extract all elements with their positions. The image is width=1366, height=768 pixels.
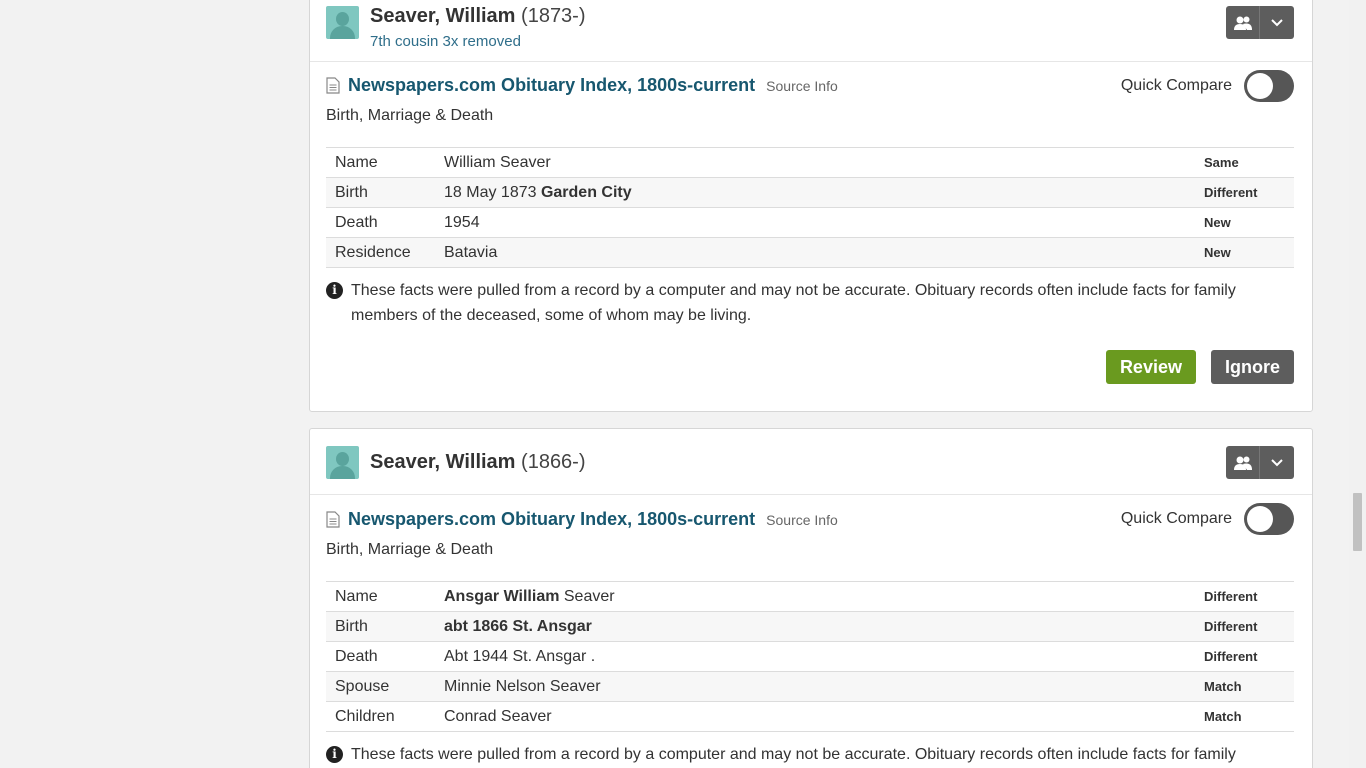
fact-value: Ansgar William Seaver	[444, 587, 615, 605]
person-avatar-icon	[326, 446, 359, 479]
source-row: Newspapers.com Obituary Index, 1800s-cur…	[326, 75, 838, 96]
fact-status: Match	[1204, 679, 1242, 694]
hint-card-header: Seaver, William (1873-) 7th cousin 3x re…	[310, 0, 1312, 62]
scrollbar-thumb[interactable]	[1353, 493, 1362, 551]
fact-status: Same	[1204, 155, 1239, 170]
chevron-down-icon	[1271, 18, 1283, 26]
facts-table: Name Ansgar William Seaver Different Bir…	[326, 581, 1294, 732]
ignore-button[interactable]: Ignore	[1210, 350, 1294, 384]
person-name[interactable]: Seaver, William (1866-)	[370, 451, 586, 474]
person-years: (1866-)	[521, 451, 586, 473]
family-icon	[1233, 16, 1252, 30]
person-actions	[1226, 6, 1294, 39]
disclaimer-note: i These facts were pulled from a record …	[326, 278, 1286, 328]
fact-value: 1954	[444, 213, 480, 231]
chevron-down-icon	[1271, 458, 1283, 466]
fact-status: New	[1204, 245, 1231, 260]
fact-label: Birth	[335, 183, 368, 201]
family-icon-button[interactable]	[1226, 6, 1260, 39]
quick-compare-toggle[interactable]	[1244, 70, 1294, 102]
document-icon	[326, 77, 340, 94]
page-scrollbar[interactable]	[1349, 0, 1366, 768]
disclaimer-text: These facts were pulled from a record by…	[351, 746, 1236, 763]
fact-label: Spouse	[335, 677, 390, 695]
table-row: Residence Batavia New	[326, 237, 1294, 268]
source-title-link[interactable]: Newspapers.com Obituary Index, 1800s-cur…	[348, 509, 755, 530]
person-years: (1873-)	[521, 5, 586, 27]
table-row: Spouse Minnie Nelson Seaver Match	[326, 671, 1294, 702]
fact-value: 18 May 1873 Garden City	[444, 183, 632, 201]
quick-compare: Quick Compare	[1121, 503, 1294, 535]
fact-value: Conrad Seaver	[444, 707, 552, 725]
fact-label: Residence	[335, 243, 411, 261]
person-name-text[interactable]: Seaver, William	[370, 451, 515, 473]
quick-compare-label: Quick Compare	[1120, 77, 1232, 94]
table-row: Name William Seaver Same	[326, 147, 1294, 178]
table-row: Children Conrad Seaver Match	[326, 701, 1294, 732]
fact-status: Different	[1204, 649, 1258, 664]
info-icon: i	[326, 282, 343, 299]
info-icon: i	[326, 746, 343, 763]
facts-table: Name William Seaver Same Birth 18 May 18…	[326, 147, 1294, 268]
family-icon	[1233, 456, 1252, 470]
table-row: Death 1954 New	[326, 207, 1294, 238]
fact-label: Children	[335, 707, 395, 725]
hint-actions: Review Ignore	[1105, 350, 1294, 384]
fact-label: Death	[335, 647, 378, 665]
person-avatar-icon	[326, 6, 359, 39]
family-icon-button[interactable]	[1226, 446, 1260, 479]
quick-compare: Quick Compare	[1121, 70, 1294, 102]
fact-status: Different	[1204, 185, 1258, 200]
record-category: Birth, Marriage & Death	[326, 541, 494, 558]
fact-value: Minnie Nelson Seaver	[444, 677, 601, 695]
fact-label: Death	[335, 213, 378, 231]
quick-compare-label: Quick Compare	[1120, 510, 1232, 527]
source-info-link[interactable]: Source Info	[766, 512, 838, 528]
person-actions	[1226, 446, 1294, 479]
hints-list: Seaver, William (1873-) 7th cousin 3x re…	[0, 0, 1349, 768]
fact-value: William Seaver	[444, 153, 551, 171]
document-icon	[326, 511, 340, 528]
fact-status: Different	[1204, 619, 1258, 634]
fact-label: Name	[335, 587, 378, 605]
disclaimer-note: i These facts were pulled from a record …	[326, 742, 1286, 767]
table-row: Name Ansgar William Seaver Different	[326, 581, 1294, 612]
fact-status: Match	[1204, 709, 1242, 724]
quick-compare-toggle[interactable]	[1244, 503, 1294, 535]
person-name-text[interactable]: Seaver, William	[370, 5, 515, 27]
source-row: Newspapers.com Obituary Index, 1800s-cur…	[326, 509, 838, 530]
chevron-down-button[interactable]	[1260, 446, 1294, 479]
fact-status: New	[1204, 215, 1231, 230]
fact-value: abt 1866 St. Ansgar	[444, 617, 592, 635]
chevron-down-button[interactable]	[1260, 6, 1294, 39]
fact-label: Birth	[335, 617, 368, 635]
fact-value: Batavia	[444, 243, 498, 261]
hint-card: Seaver, William (1873-) 7th cousin 3x re…	[309, 0, 1313, 412]
person-name[interactable]: Seaver, William (1873-)	[370, 5, 586, 28]
fact-label: Name	[335, 153, 378, 171]
disclaimer-text: These facts were pulled from a record by…	[351, 282, 1236, 324]
fact-value: Abt 1944 St. Ansgar .	[444, 647, 596, 665]
source-title-link[interactable]: Newspapers.com Obituary Index, 1800s-cur…	[348, 75, 755, 96]
record-category: Birth, Marriage & Death	[326, 107, 494, 124]
table-row: Birth abt 1866 St. Ansgar Different	[326, 611, 1294, 642]
source-info-link[interactable]: Source Info	[766, 78, 838, 94]
table-row: Death Abt 1944 St. Ansgar . Different	[326, 641, 1294, 672]
hint-card-header: Seaver, William (1866-)	[310, 429, 1312, 495]
review-button[interactable]: Review	[1105, 350, 1196, 384]
hint-card: Seaver, William (1866-) Newspapers.com O…	[309, 428, 1313, 768]
fact-status: Different	[1204, 589, 1258, 604]
table-row: Birth 18 May 1873 Garden City Different	[326, 177, 1294, 208]
relationship-link[interactable]: 7th cousin 3x removed	[370, 33, 521, 50]
